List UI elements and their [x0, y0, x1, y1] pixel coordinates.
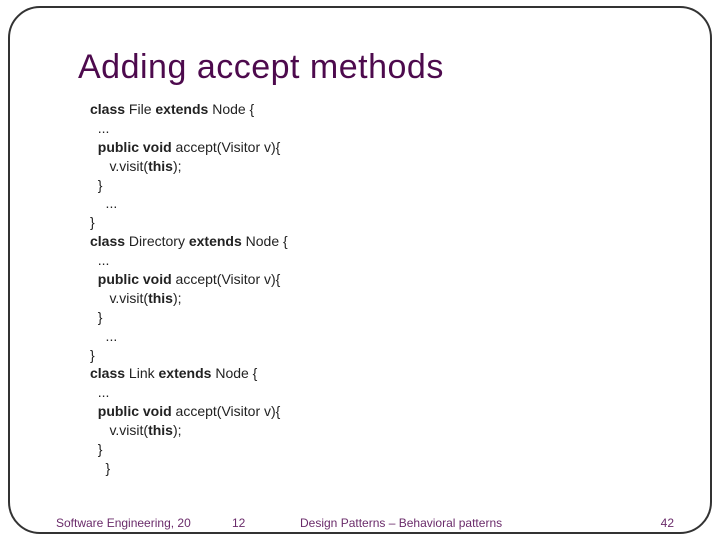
t: Node {	[208, 101, 254, 117]
t: ...	[90, 252, 109, 268]
kw: extends	[189, 233, 242, 249]
t: }	[90, 309, 102, 325]
kw: public void	[90, 403, 172, 419]
t: );	[173, 422, 182, 438]
t: v.visit(	[90, 290, 148, 306]
t: );	[173, 158, 182, 174]
t: Directory	[125, 233, 189, 249]
t: ...	[90, 120, 109, 136]
kw: class	[90, 101, 125, 117]
kw: extends	[155, 101, 208, 117]
kw: this	[148, 422, 173, 438]
t: ...	[90, 384, 109, 400]
t: v.visit(	[90, 158, 148, 174]
kw: class	[90, 233, 125, 249]
t: ...	[90, 328, 117, 344]
kw: this	[148, 158, 173, 174]
footer-course: Software Engineering, 20	[56, 516, 191, 530]
t: }	[90, 177, 102, 193]
code-block: class File extends Node { ... public voi…	[90, 100, 610, 478]
t: ...	[90, 195, 117, 211]
kw: class	[90, 365, 125, 381]
t: Node {	[242, 233, 288, 249]
footer-slide-num: 42	[661, 516, 674, 530]
t: }	[90, 460, 110, 476]
kw: public void	[90, 139, 172, 155]
kw: extends	[159, 365, 212, 381]
footer-num: 12	[232, 516, 245, 530]
t: accept(Visitor v){	[172, 139, 281, 155]
t: }	[90, 347, 95, 363]
t: }	[90, 441, 102, 457]
t: Node {	[211, 365, 257, 381]
t: v.visit(	[90, 422, 148, 438]
slide-title: Adding accept methods	[78, 48, 444, 87]
t: File	[125, 101, 155, 117]
t: }	[90, 214, 95, 230]
kw: this	[148, 290, 173, 306]
t: );	[173, 290, 182, 306]
t: accept(Visitor v){	[172, 271, 281, 287]
footer-subtitle: Design Patterns – Behavioral patterns	[300, 516, 502, 530]
kw: public void	[90, 271, 172, 287]
t: Link	[125, 365, 158, 381]
slide: Adding accept methods class File extends…	[0, 0, 720, 540]
t: accept(Visitor v){	[172, 403, 281, 419]
